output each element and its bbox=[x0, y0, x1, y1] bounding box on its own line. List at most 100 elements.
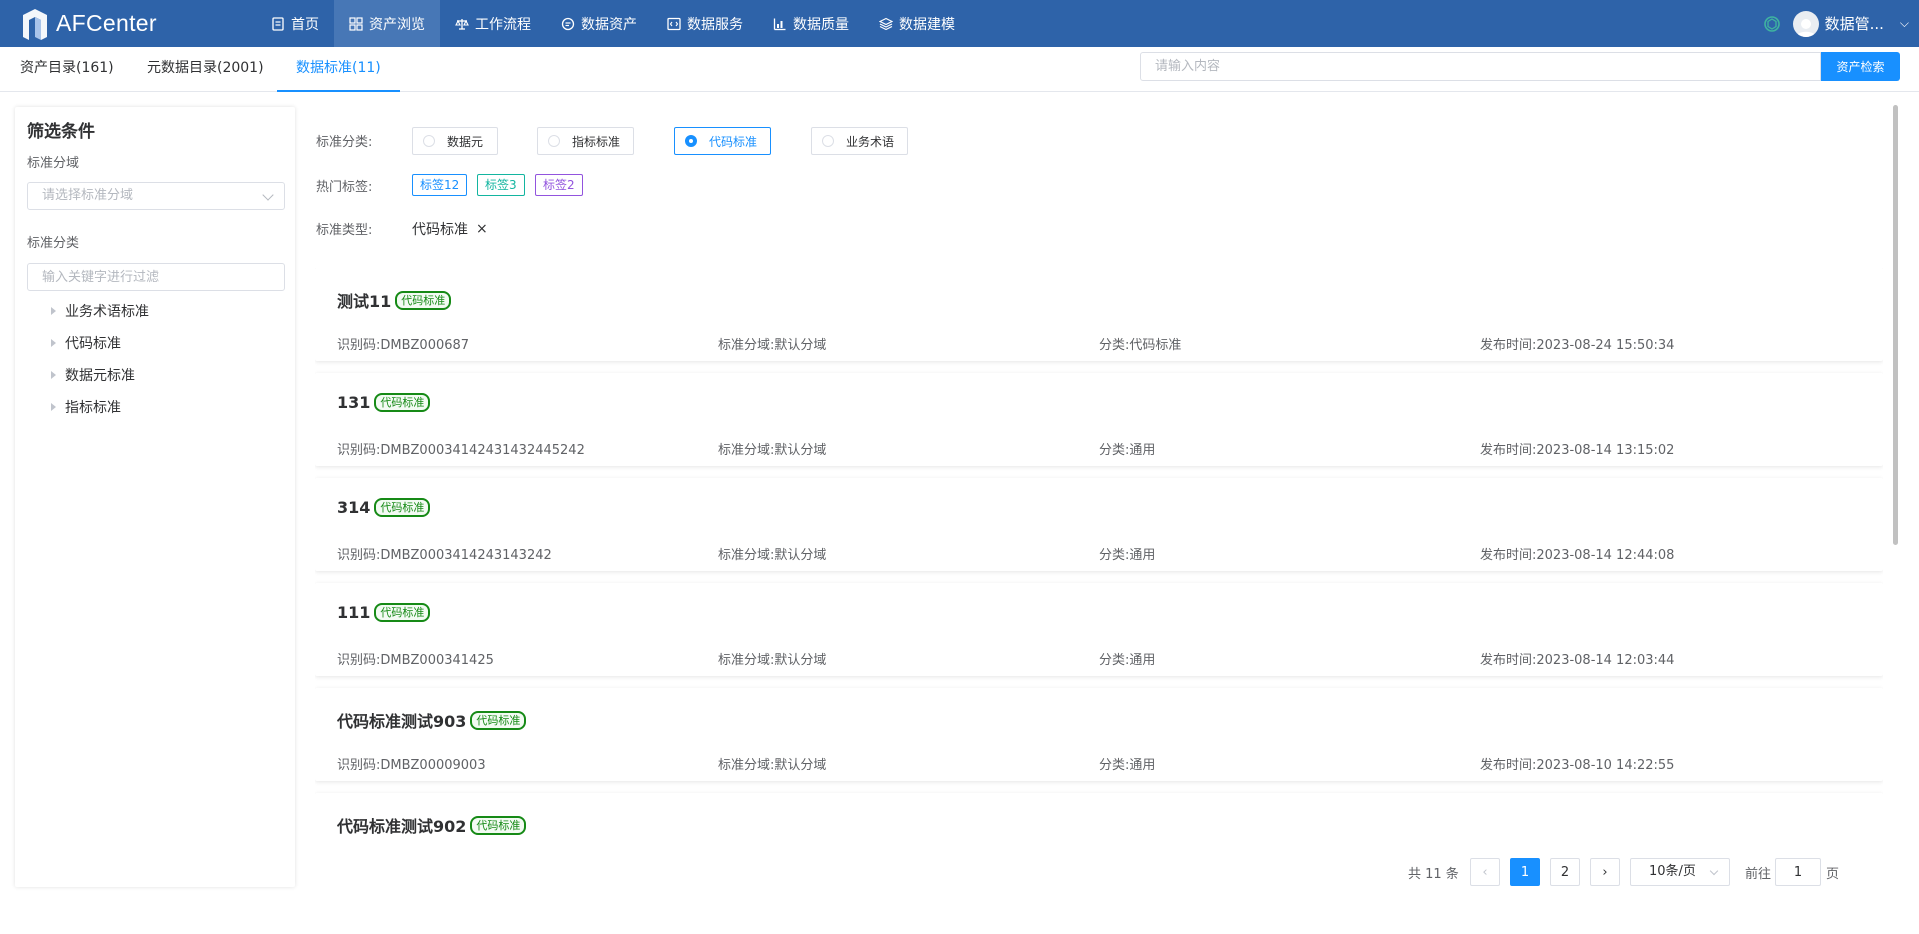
list-item[interactable]: 测试11 代码标准 识别码:DMBZ000687 标准分域:默认分域 分类:代码标… bbox=[315, 268, 1883, 361]
domain-select-placeholder: 请选择标准分域 bbox=[42, 188, 134, 203]
page-size-select[interactable]: 10条/页 bbox=[1630, 858, 1730, 886]
top-nav: AFCenter 首页 资产浏览 工作流程 数据资产 数据服务 数据质量 数据建… bbox=[0, 0, 1919, 47]
tree-item-label: 代码标准 bbox=[65, 336, 121, 352]
radio-data-element[interactable]: 数据元 bbox=[412, 127, 498, 155]
caret-right-icon[interactable] bbox=[51, 307, 56, 315]
chevron-down-icon bbox=[1709, 866, 1719, 876]
search-input[interactable] bbox=[1140, 52, 1821, 81]
tab-asset-catalog[interactable]: 资产目录(161) bbox=[20, 47, 114, 92]
nav-data-asset[interactable]: 数据资产 bbox=[546, 0, 652, 47]
result-title-text: 314 bbox=[337, 498, 371, 517]
nav-asset-browse[interactable]: 资产浏览 bbox=[334, 0, 440, 47]
result-code: 识别码:DMBZ0003414243143242 bbox=[337, 548, 552, 563]
nav-home-label: 首页 bbox=[291, 16, 319, 33]
nav-workflow[interactable]: 工作流程 bbox=[440, 0, 546, 47]
caret-right-icon[interactable] bbox=[51, 371, 56, 379]
afcenter-logo-icon bbox=[23, 8, 47, 40]
list-item[interactable]: 131 代码标准 识别码:DMBZ00034142431432445242 标准分… bbox=[315, 373, 1883, 466]
type-filter-label: 标准类型: bbox=[316, 223, 373, 238]
chevron-down-icon bbox=[262, 189, 274, 201]
asset-search-button[interactable]: 资产检索 bbox=[1821, 52, 1900, 81]
result-domain: 标准分域:默认分域 bbox=[718, 758, 827, 773]
nav-workflow-label: 工作流程 bbox=[475, 16, 531, 33]
category-filter-label: 标准分类: bbox=[316, 135, 373, 150]
type-badge: 代码标准 bbox=[470, 815, 527, 835]
radio-code-standard[interactable]: 代码标准 bbox=[674, 127, 771, 155]
result-title[interactable]: 314 代码标准 bbox=[337, 498, 431, 517]
nav-data-quality[interactable]: 数据质量 bbox=[758, 0, 864, 47]
main-menu: 首页 资产浏览 工作流程 数据资产 数据服务 数据质量 数据建模 bbox=[256, 0, 970, 47]
pagination-prev-button[interactable]: ‹ bbox=[1470, 858, 1500, 886]
tree-item-indicator[interactable]: 指标标准 bbox=[35, 391, 285, 423]
list-item[interactable]: 代码标准测试902 代码标准 bbox=[315, 793, 1883, 838]
result-code: 识别码:DMBZ00034142431432445242 bbox=[337, 443, 585, 458]
nav-data-service[interactable]: 数据服务 bbox=[652, 0, 758, 47]
result-published: 发布时间:2023-08-14 12:44:08 bbox=[1480, 548, 1675, 563]
domain-select[interactable]: 请选择标准分域 bbox=[27, 182, 285, 210]
hot-tag[interactable]: 标签12 bbox=[412, 174, 468, 196]
result-code: 识别码:DMBZ000341425 bbox=[337, 653, 494, 668]
result-published: 发布时间:2023-08-14 13:15:02 bbox=[1480, 443, 1675, 458]
radio-circle-icon bbox=[423, 135, 435, 147]
list-item[interactable]: 代码标准测试903 代码标准 识别码:DMBZ00009003 标准分域:默认分域… bbox=[315, 688, 1883, 781]
pagination-page-1[interactable]: 1 bbox=[1510, 858, 1540, 886]
nav-data-modeling-label: 数据建模 bbox=[899, 16, 955, 33]
chat-icon bbox=[561, 17, 575, 30]
tree-item-business-terms[interactable]: 业务术语标准 bbox=[35, 295, 285, 327]
radio-business-term[interactable]: 业务术语 bbox=[811, 127, 908, 155]
close-icon[interactable]: × bbox=[476, 221, 488, 237]
caret-right-icon[interactable] bbox=[51, 339, 56, 347]
list-item[interactable]: 314 代码标准 识别码:DMBZ0003414243143242 标准分域:默认… bbox=[315, 478, 1883, 571]
result-title[interactable]: 111 代码标准 bbox=[337, 603, 431, 622]
user-name[interactable]: 数据管... bbox=[1825, 13, 1884, 34]
caret-right-icon[interactable] bbox=[51, 403, 56, 411]
goto-page-input[interactable] bbox=[1775, 858, 1821, 886]
radio-label: 业务术语 bbox=[846, 134, 895, 149]
result-category: 分类:通用 bbox=[1099, 653, 1156, 668]
list-item[interactable]: 111 代码标准 识别码:DMBZ000341425 标准分域:默认分域 分类:通… bbox=[315, 583, 1883, 676]
user-icon bbox=[1795, 18, 1816, 37]
radio-label: 代码标准 bbox=[709, 134, 758, 149]
pagination-page-2[interactable]: 2 bbox=[1550, 858, 1580, 886]
result-domain: 标准分域:默认分域 bbox=[718, 338, 827, 353]
type-filter-chip: 代码标准 × bbox=[412, 219, 488, 239]
tree-item-data-element[interactable]: 数据元标准 bbox=[35, 359, 285, 391]
hot-tag[interactable]: 标签2 bbox=[535, 174, 583, 196]
type-badge: 代码标准 bbox=[374, 393, 431, 412]
avatar[interactable] bbox=[1792, 10, 1819, 37]
nav-data-quality-label: 数据质量 bbox=[793, 16, 849, 33]
tree-item-code-standard[interactable]: 代码标准 bbox=[35, 327, 285, 359]
filter-panel: 筛选条件 标准分域 请选择标准分域 标准分类 业务术语标准 代码标准 数据元标准… bbox=[15, 107, 295, 887]
scale-icon bbox=[455, 18, 469, 30]
radio-indicator[interactable]: 指标标准 bbox=[537, 127, 634, 155]
category-filter-input[interactable] bbox=[27, 263, 285, 291]
result-published: 发布时间:2023-08-10 14:22:55 bbox=[1480, 758, 1675, 773]
chevron-down-icon[interactable]: ⌵ bbox=[1900, 16, 1909, 31]
chip-label: 代码标准 bbox=[412, 222, 468, 238]
radio-circle-icon bbox=[822, 135, 834, 147]
ai-assistant-icon[interactable] bbox=[1763, 15, 1781, 33]
hot-tag[interactable]: 标签3 bbox=[477, 174, 525, 196]
hot-tags-label: 热门标签: bbox=[316, 180, 373, 195]
result-category: 分类:通用 bbox=[1099, 548, 1156, 563]
nav-data-modeling[interactable]: 数据建模 bbox=[864, 0, 970, 47]
layers-icon bbox=[879, 17, 893, 30]
tab-metadata-catalog[interactable]: 元数据目录(2001) bbox=[147, 47, 264, 92]
nav-data-service-label: 数据服务 bbox=[687, 16, 743, 33]
nav-home[interactable]: 首页 bbox=[256, 0, 334, 47]
tab-data-standard[interactable]: 数据标准(11) bbox=[277, 47, 400, 92]
result-title[interactable]: 代码标准测试903 代码标准 bbox=[337, 708, 527, 732]
result-title[interactable]: 131 代码标准 bbox=[337, 393, 431, 412]
app-logo[interactable]: AFCenter bbox=[0, 0, 256, 47]
result-category: 分类:通用 bbox=[1099, 443, 1156, 458]
radio-label: 指标标准 bbox=[572, 134, 621, 149]
list-scrollbar[interactable] bbox=[1893, 105, 1898, 545]
result-title-text: 代码标准测试902 bbox=[337, 817, 467, 836]
result-title[interactable]: 代码标准测试902 代码标准 bbox=[337, 813, 527, 837]
result-domain: 标准分域:默认分域 bbox=[718, 653, 827, 668]
pagination-next-button[interactable]: › bbox=[1590, 858, 1620, 886]
nav-data-asset-label: 数据资产 bbox=[581, 16, 637, 33]
result-title[interactable]: 测试11 代码标准 bbox=[337, 288, 452, 312]
user-area: 数据管... ⌵ bbox=[1763, 0, 1919, 47]
result-title-text: 111 bbox=[337, 603, 371, 622]
